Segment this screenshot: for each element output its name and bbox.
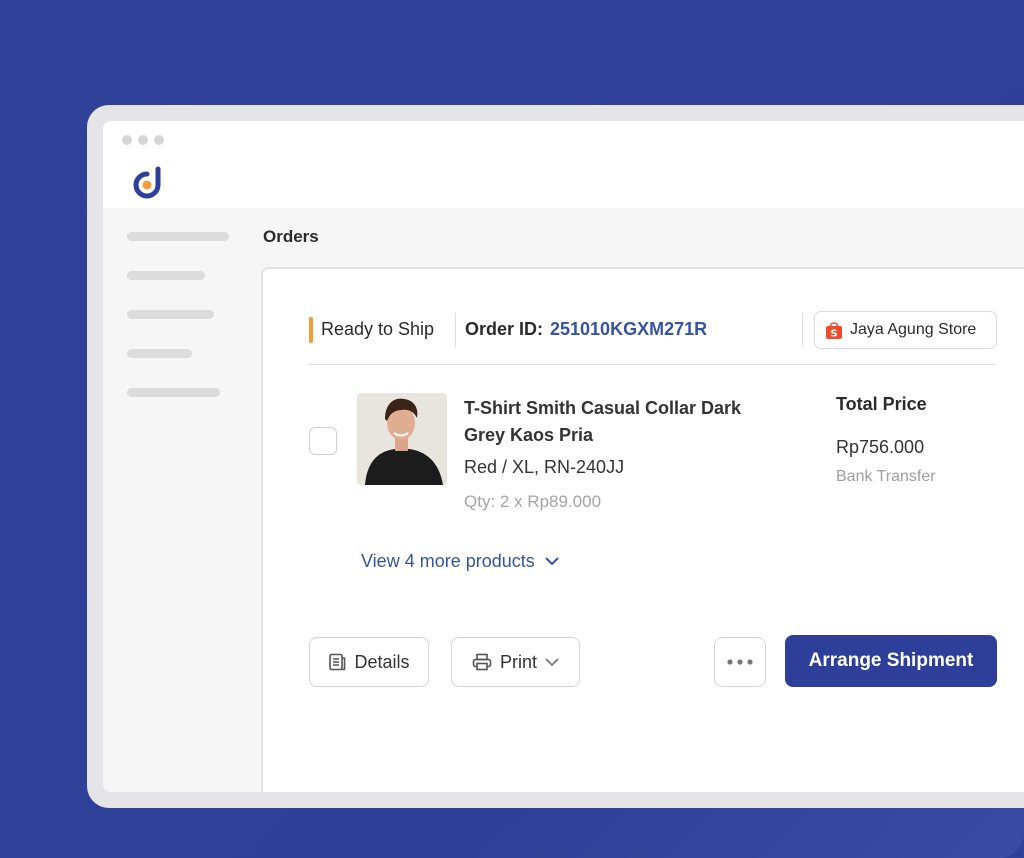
print-button[interactable]: Print	[451, 637, 580, 687]
window-dot[interactable]	[122, 135, 132, 145]
arrange-shipment-button[interactable]: Arrange Shipment	[785, 635, 997, 687]
details-label: Details	[354, 651, 410, 672]
divider	[455, 313, 456, 347]
select-order-checkbox[interactable]	[309, 427, 337, 455]
sidebar	[103, 208, 259, 792]
window-dot[interactable]	[138, 135, 148, 145]
order-id[interactable]: 251010KGXM271R	[550, 319, 707, 340]
app-window: Orders Ready to Ship Order ID: 251010KGX…	[103, 121, 1024, 792]
more-options-button[interactable]	[714, 637, 766, 687]
window-dot[interactable]	[154, 135, 164, 145]
view-more-label: View 4 more products	[361, 551, 535, 571]
product-variant: Red / XL, RN-240JJ	[464, 457, 625, 477]
view-more-products-link[interactable]: View 4 more products	[361, 551, 559, 572]
ellipsis-icon	[727, 659, 753, 665]
sidebar-item[interactable]	[127, 271, 205, 280]
product-quantity: Qty: 2 x Rp89.000	[464, 492, 602, 511]
store-name: Jaya Agung Store	[850, 321, 977, 338]
sidebar-item[interactable]	[127, 349, 192, 358]
printer-icon	[472, 653, 492, 671]
product-image[interactable]	[357, 393, 447, 485]
window-controls	[122, 135, 164, 145]
chevron-down-icon	[545, 557, 559, 565]
sidebar-item[interactable]	[127, 388, 220, 397]
chevron-down-icon	[545, 658, 559, 666]
print-label: Print	[499, 651, 537, 672]
product-name[interactable]: T-Shirt Smith Casual Collar Dark Grey Ka…	[464, 395, 784, 449]
svg-text:S: S	[830, 329, 837, 340]
order-status: Ready to Ship	[321, 319, 435, 339]
sidebar-item[interactable]	[127, 310, 214, 319]
document-icon	[329, 653, 346, 671]
order-card: Ready to Ship Order ID: 251010KGXM271R S…	[261, 267, 1024, 792]
payment-method: Bank Transfer	[836, 468, 936, 485]
product-photo	[357, 393, 447, 485]
top-bar	[103, 121, 1024, 208]
details-button[interactable]: Details	[309, 637, 429, 687]
total-price-label: Total Price	[836, 394, 927, 414]
sidebar-item[interactable]	[127, 232, 229, 241]
divider	[309, 364, 997, 365]
total-price-value: Rp756.000	[836, 437, 925, 457]
status-indicator	[309, 317, 313, 343]
order-id-label: Order ID:	[465, 319, 544, 339]
store-badge[interactable]: S Jaya Agung Store	[814, 311, 997, 349]
app-logo-icon[interactable]	[131, 166, 165, 200]
divider	[802, 313, 803, 347]
shopee-bag-icon: S	[826, 322, 842, 340]
page-title: Orders	[263, 227, 319, 246]
